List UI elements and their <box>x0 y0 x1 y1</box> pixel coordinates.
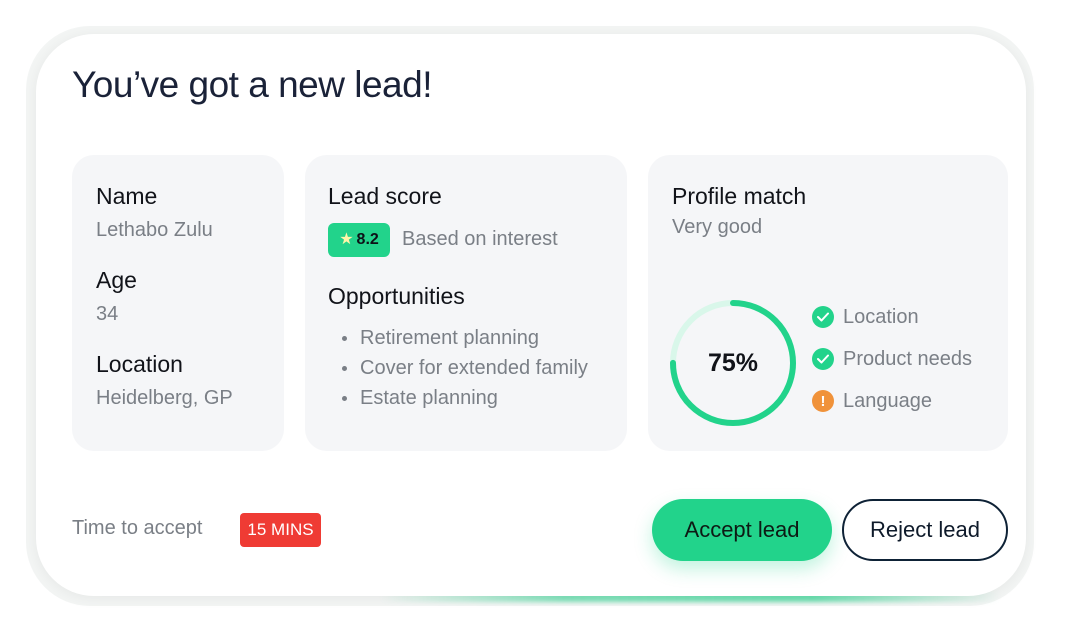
profile-match-panel: Profile match Very good 75% Location Pro… <box>648 155 1008 451</box>
lead-score-panel: Lead score ★ 8.2 Based on interest Oppor… <box>305 155 627 451</box>
location-value: Heidelberg, GP <box>96 387 233 409</box>
profile-match-rating: Very good <box>672 216 763 238</box>
timer-badge: 15 MINS <box>240 513 321 547</box>
page-title: You’ve got a new lead! <box>72 64 432 105</box>
criteria-label: Language <box>843 389 932 412</box>
list-item: Retirement planning <box>342 323 588 353</box>
criteria-label: Location <box>843 305 919 328</box>
criteria-item-location: Location <box>812 304 919 330</box>
age-value: 34 <box>96 303 119 325</box>
accept-lead-button[interactable]: Accept lead <box>652 499 832 561</box>
age-label: Age <box>96 267 137 293</box>
exclamation-icon: ! <box>812 390 834 412</box>
lead-score-badge: ★ 8.2 <box>328 223 390 257</box>
lead-score-label: Lead score <box>328 183 442 209</box>
name-value: Lethabo Zulu <box>96 219 213 241</box>
list-item: Estate planning <box>342 383 588 413</box>
lead-score-value: 8.2 <box>356 231 379 248</box>
opportunities-list: Retirement planning Cover for extended f… <box>342 323 588 413</box>
check-icon <box>812 348 834 370</box>
check-icon <box>812 306 834 328</box>
name-label: Name <box>96 183 158 209</box>
time-to-accept-label: Time to accept <box>72 517 203 539</box>
opportunities-label: Opportunities <box>328 283 465 309</box>
criteria-label: Product needs <box>843 347 972 370</box>
location-label: Location <box>96 351 183 377</box>
star-icon: ★ <box>339 231 354 248</box>
lead-details-panel: Name Lethabo Zulu Age 34 Location Heidel… <box>72 155 284 451</box>
list-item: Cover for extended family <box>342 353 588 383</box>
reject-lead-button[interactable]: Reject lead <box>842 499 1008 561</box>
lead-notification: You’ve got a new lead! Name Lethabo Zulu… <box>0 0 1068 641</box>
match-percent: 75% <box>707 348 759 377</box>
profile-match-label: Profile match <box>672 183 807 209</box>
criteria-item-language: ! Language <box>812 388 932 414</box>
lead-score-note: Based on interest <box>402 228 558 250</box>
criteria-item-product-needs: Product needs <box>812 346 972 372</box>
